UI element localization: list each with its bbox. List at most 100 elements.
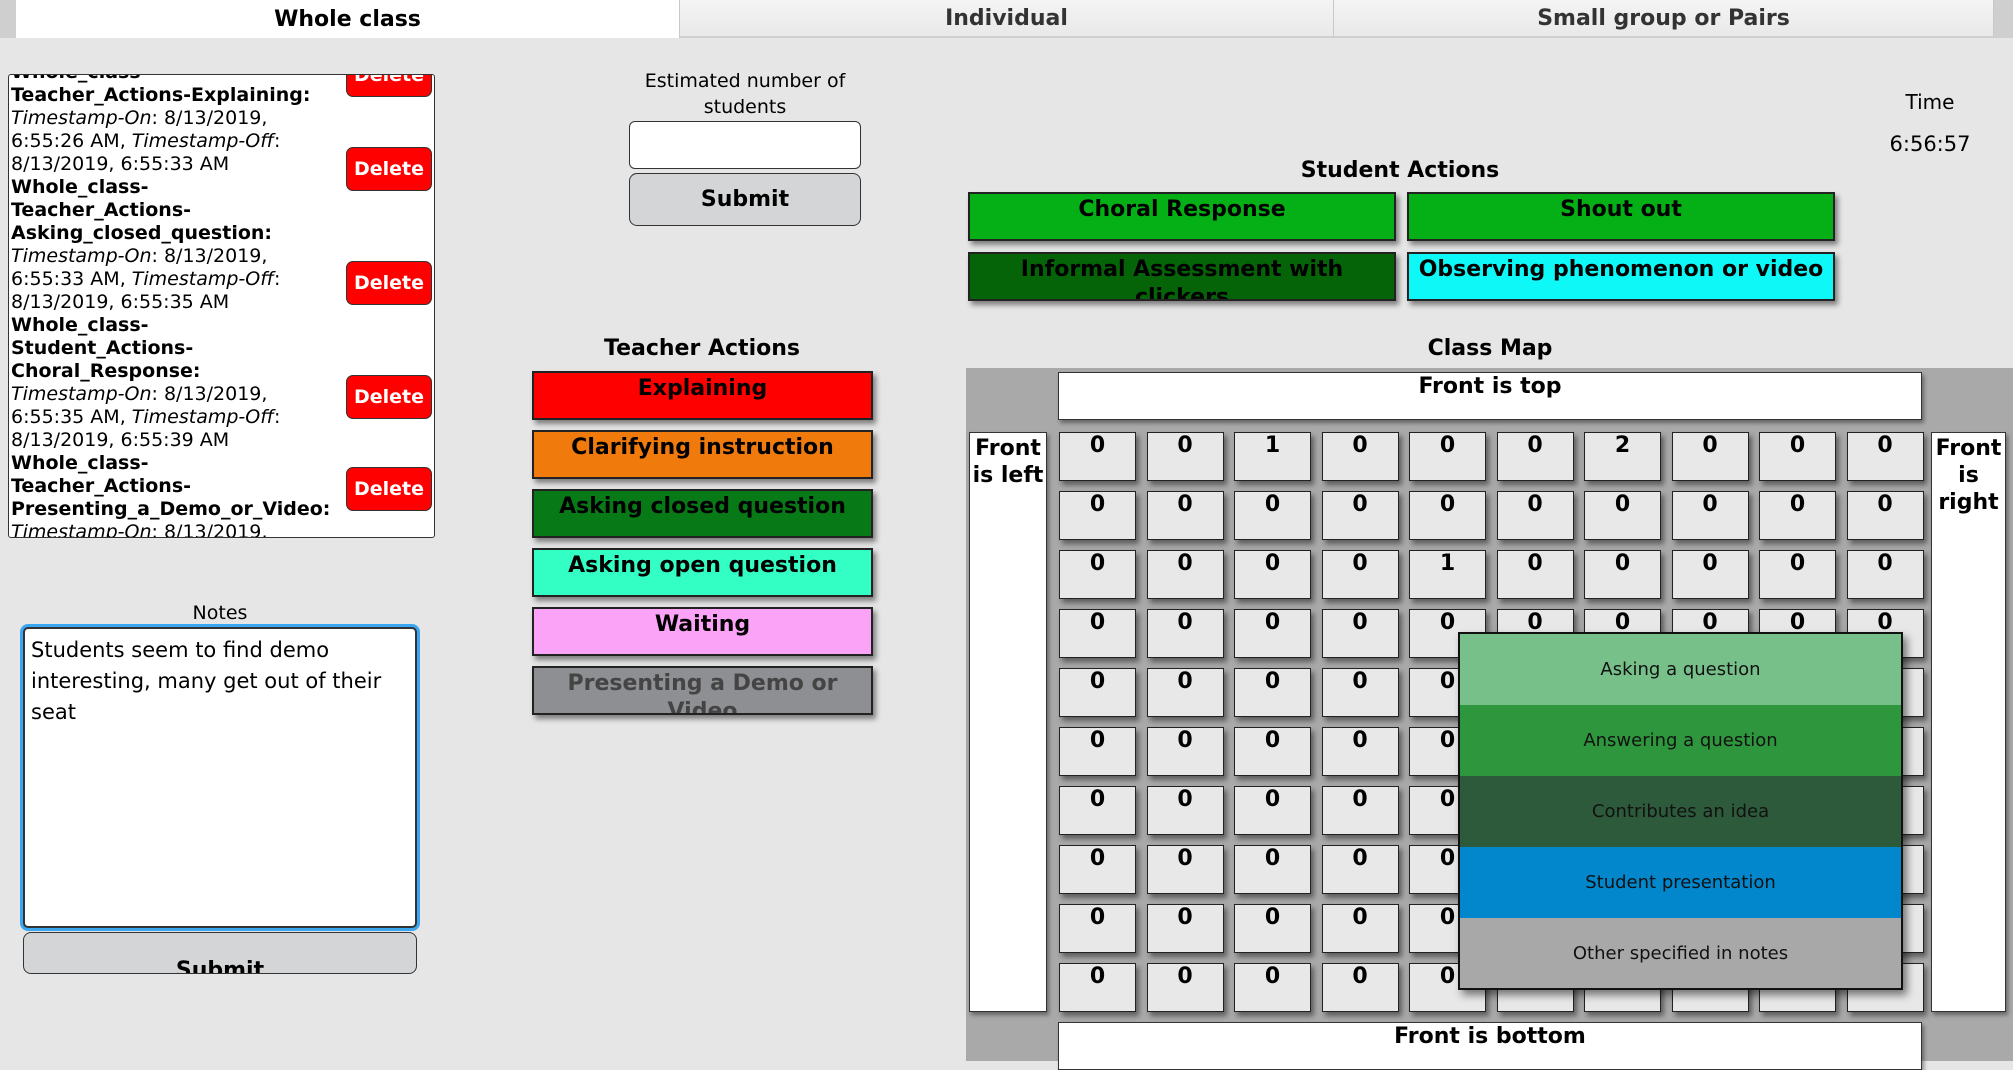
tab-bar-edge-left — [0, 0, 16, 38]
seat-cell[interactable]: 0 — [1234, 668, 1311, 717]
seat-cell[interactable]: 0 — [1059, 550, 1136, 599]
delete-button[interactable]: Delete — [346, 75, 432, 97]
tab-whole-class[interactable]: Whole class — [16, 0, 680, 38]
seat-cell[interactable]: 0 — [1671, 432, 1749, 481]
seat-cell[interactable]: 0 — [1846, 550, 1924, 599]
tab-small-group-or-pairs[interactable]: Small group or Pairs — [1334, 0, 1994, 38]
notes-submit-button[interactable]: Submit — [23, 932, 417, 974]
delete-button[interactable]: Delete — [346, 467, 432, 511]
seat-cell[interactable]: 0 — [1496, 550, 1574, 599]
teacher-action-button[interactable]: Clarifying instruction — [532, 430, 873, 479]
estimated-students-label: Estimated number of students — [644, 70, 846, 118]
estimated-students-input[interactable] — [629, 121, 861, 169]
seat-cell[interactable]: 0 — [1321, 963, 1399, 1012]
front-is-left-button[interactable]: Front is left — [969, 432, 1047, 1012]
seat-cell[interactable]: 0 — [1321, 550, 1399, 599]
seat-cell[interactable]: 0 — [1059, 609, 1136, 658]
seat-cell[interactable]: 0 — [1496, 491, 1574, 540]
student-action-button[interactable]: Informal Assessment with clickers — [968, 252, 1396, 301]
seat-cell[interactable]: 0 — [1321, 432, 1399, 481]
seat-cell[interactable]: 0 — [1321, 609, 1399, 658]
seat-cell[interactable]: 0 — [1846, 491, 1924, 540]
log-entry-field-key: Timestamp-On — [11, 521, 152, 538]
seat-cell[interactable]: 0 — [1059, 491, 1136, 540]
seat-cell[interactable]: 0 — [1146, 550, 1224, 599]
class-map-title: Class Map — [1427, 336, 1553, 361]
seat-cell[interactable]: 0 — [1496, 432, 1574, 481]
seat-cell[interactable]: 2 — [1584, 432, 1661, 481]
delete-button[interactable]: Delete — [346, 375, 432, 419]
seat-cell[interactable]: 0 — [1146, 786, 1224, 835]
log-entry-field-key: Timestamp-On — [11, 245, 152, 267]
delete-button[interactable]: Delete — [346, 147, 432, 191]
popup-menu-item[interactable]: Contributes an idea — [1460, 776, 1901, 847]
seat-cell[interactable]: 0 — [1146, 904, 1224, 953]
seat-cell[interactable]: 0 — [1409, 491, 1486, 540]
seat-cell[interactable]: 0 — [1671, 491, 1749, 540]
seat-cell[interactable]: 0 — [1409, 432, 1486, 481]
seat-cell[interactable]: 0 — [1321, 668, 1399, 717]
popup-menu-item[interactable]: Answering a question — [1460, 705, 1901, 776]
seat-cell[interactable]: 0 — [1059, 963, 1136, 1012]
seat-cell[interactable]: 0 — [1321, 904, 1399, 953]
front-is-bottom-button[interactable]: Front is bottom — [1058, 1022, 1922, 1070]
seat-cell[interactable]: 0 — [1146, 727, 1224, 776]
seat-cell[interactable]: 0 — [1584, 550, 1661, 599]
estimated-students-submit-button[interactable]: Submit — [629, 173, 861, 226]
teacher-action-button[interactable]: Presenting a Demo or Video — [532, 666, 873, 715]
seat-cell[interactable]: 0 — [1234, 963, 1311, 1012]
front-is-top-button[interactable]: Front is top — [1058, 372, 1922, 420]
seat-cell[interactable]: 0 — [1234, 609, 1311, 658]
tab-individual[interactable]: Individual — [680, 0, 1334, 38]
teacher-action-button[interactable]: Asking open question — [532, 548, 873, 597]
seat-cell[interactable]: 0 — [1234, 550, 1311, 599]
student-action-button[interactable]: Shout out — [1407, 192, 1835, 241]
seat-cell[interactable]: 1 — [1234, 432, 1311, 481]
seat-cell[interactable]: 0 — [1059, 668, 1136, 717]
popup-menu-item[interactable]: Student presentation — [1460, 847, 1901, 918]
seat-cell[interactable]: 0 — [1059, 432, 1136, 481]
seat-cell[interactable]: 0 — [1146, 432, 1224, 481]
log-entry-field-key: Timestamp-On — [11, 383, 152, 405]
seat-cell[interactable]: 0 — [1234, 727, 1311, 776]
seat-cell[interactable]: 0 — [1146, 609, 1224, 658]
event-log-list[interactable]: Whole_class-Teacher_Actions-Explaining: … — [8, 74, 435, 538]
seat-cell[interactable]: 0 — [1321, 845, 1399, 894]
seat-cell[interactable]: 0 — [1759, 432, 1836, 481]
teacher-action-button[interactable]: Explaining — [532, 371, 873, 420]
popup-menu-item[interactable]: Asking a question — [1460, 634, 1901, 705]
tab-bar-edge-right — [1994, 0, 2013, 38]
seat-cell[interactable]: 1 — [1409, 550, 1486, 599]
seat-cell[interactable]: 0 — [1321, 727, 1399, 776]
notes-textarea[interactable]: Students seem to find demo interesting, … — [23, 627, 417, 928]
popup-menu-item[interactable]: Other specified in notes — [1460, 918, 1901, 988]
student-actions-title: Student Actions — [1300, 158, 1500, 183]
seat-cell[interactable]: 0 — [1759, 491, 1836, 540]
seat-cell[interactable]: 0 — [1584, 491, 1661, 540]
teacher-action-button[interactable]: Waiting — [532, 607, 873, 656]
student-action-button[interactable]: Choral Response — [968, 192, 1396, 241]
seat-cell[interactable]: 0 — [1234, 491, 1311, 540]
seat-cell[interactable]: 0 — [1321, 491, 1399, 540]
teacher-action-button[interactable]: Asking closed question — [532, 489, 873, 538]
log-entry-field-key: Timestamp-Off — [131, 406, 274, 428]
seat-cell[interactable]: 0 — [1321, 786, 1399, 835]
front-is-right-button[interactable]: Front is right — [1931, 432, 2006, 1012]
log-entry-title: Whole_class-Student_Actions-Choral_Respo… — [11, 314, 201, 382]
seat-cell[interactable]: 0 — [1846, 432, 1924, 481]
seat-cell[interactable]: 0 — [1146, 845, 1224, 894]
seat-cell[interactable]: 0 — [1234, 904, 1311, 953]
seat-cell[interactable]: 0 — [1146, 668, 1224, 717]
seat-cell[interactable]: 0 — [1671, 550, 1749, 599]
seat-cell[interactable]: 0 — [1234, 786, 1311, 835]
seat-cell[interactable]: 0 — [1059, 786, 1136, 835]
seat-cell[interactable]: 0 — [1759, 550, 1836, 599]
seat-cell[interactable]: 0 — [1059, 904, 1136, 953]
seat-cell[interactable]: 0 — [1059, 845, 1136, 894]
seat-cell[interactable]: 0 — [1234, 845, 1311, 894]
delete-button[interactable]: Delete — [346, 261, 432, 305]
seat-cell[interactable]: 0 — [1146, 963, 1224, 1012]
seat-cell[interactable]: 0 — [1059, 727, 1136, 776]
student-action-button[interactable]: Observing phenomenon or video — [1407, 252, 1835, 301]
seat-cell[interactable]: 0 — [1146, 491, 1224, 540]
